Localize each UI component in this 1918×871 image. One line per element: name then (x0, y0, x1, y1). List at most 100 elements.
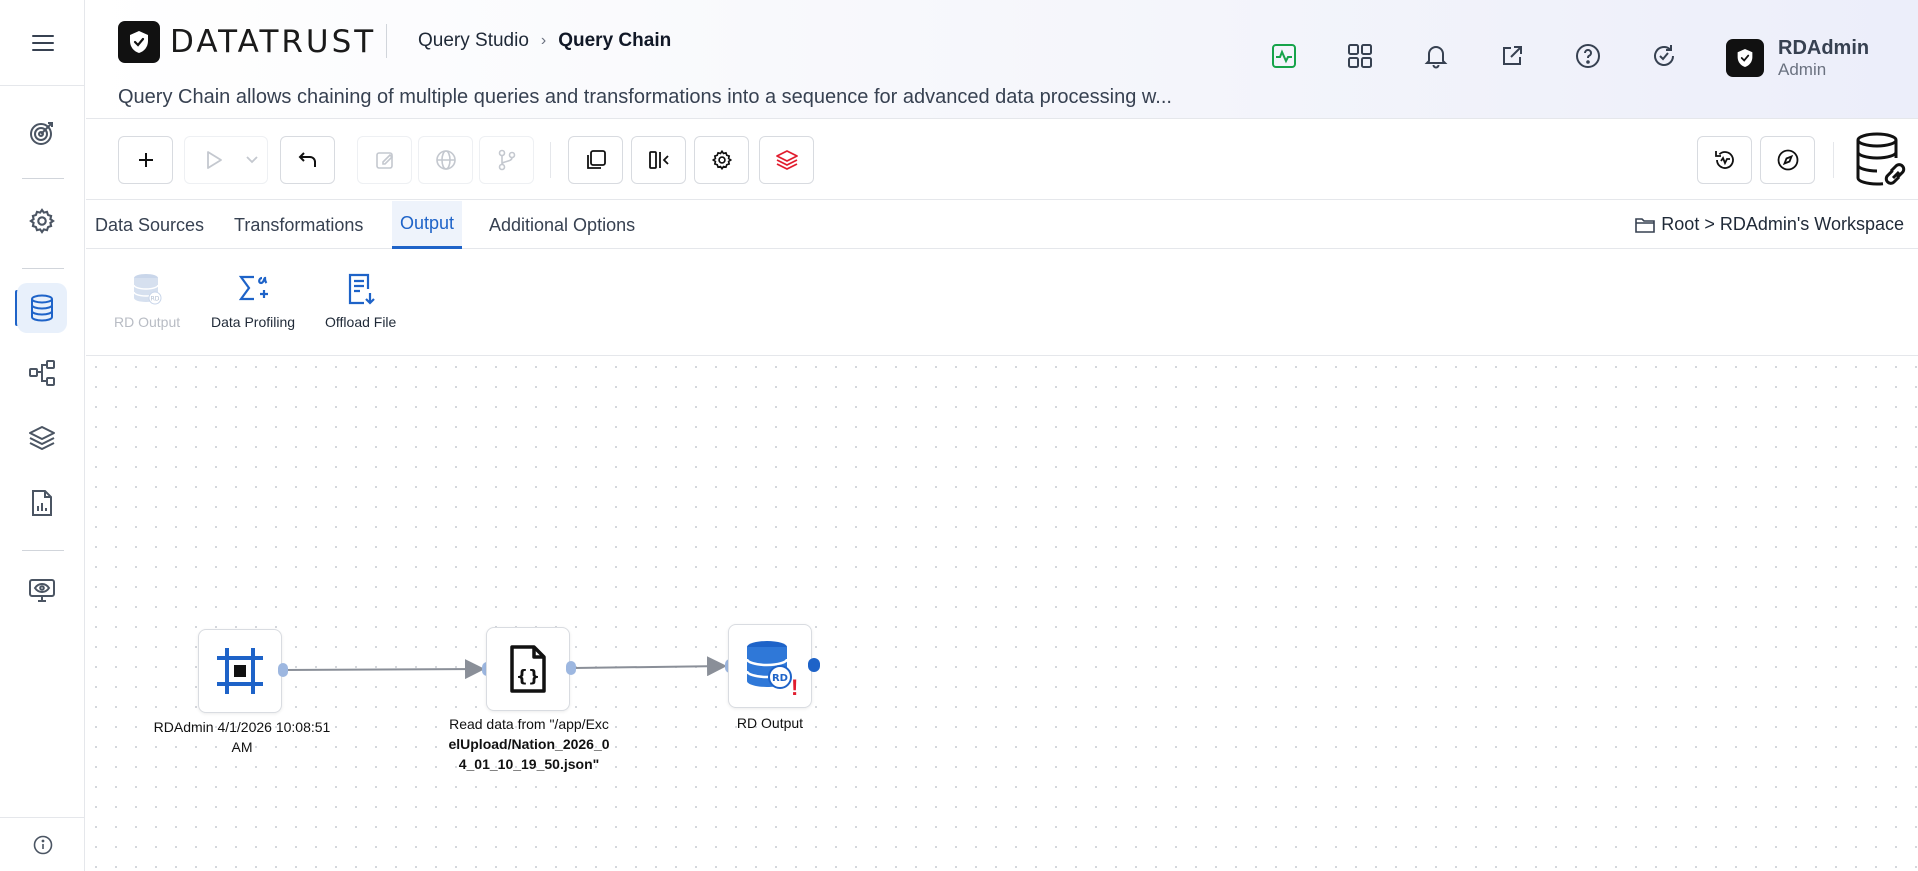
stack-button[interactable] (759, 136, 814, 184)
external-link-icon (1503, 46, 1522, 65)
add-button[interactable] (118, 136, 173, 184)
history-button[interactable] (1697, 136, 1752, 184)
page-title: Query Chain (558, 30, 672, 51)
tab-output[interactable]: Output (392, 201, 463, 249)
left-rail (0, 0, 85, 871)
navigate-button[interactable] (1760, 136, 1815, 184)
file-download-icon (348, 273, 375, 305)
sidebar-item-reports[interactable] (17, 478, 67, 528)
workspace-path-text: Root > RDAdmin's Workspace (1661, 214, 1904, 234)
settings-button[interactable] (694, 136, 749, 184)
copy-button[interactable] (568, 136, 623, 184)
tab-bar: Data Sources Transformations Output Addi… (86, 201, 1918, 249)
offload-file-tool[interactable]: Offload File (325, 272, 396, 330)
flow-node-reader-label: Read data from "/app/Exc elUpload/Nation… (436, 714, 622, 774)
flow-node-source[interactable] (198, 629, 282, 713)
sidebar-item-database[interactable] (17, 283, 67, 333)
activity-button[interactable] (1268, 40, 1300, 72)
undo-button[interactable] (280, 136, 335, 184)
monitor-eye-icon (29, 579, 55, 602)
source-output-port[interactable] (278, 663, 288, 677)
rd-output-tool[interactable]: RD RD Output (114, 272, 180, 330)
reader-label-line2: elUpload/Nation_2026_0 (448, 736, 610, 752)
branch-button[interactable] (479, 136, 534, 184)
play-icon (207, 151, 222, 169)
notifications-button[interactable] (1420, 40, 1452, 72)
report-chart-icon (32, 490, 52, 516)
split-view-button[interactable] (631, 136, 686, 184)
apps-button[interactable] (1344, 40, 1376, 72)
data-profiling-label: Data Profiling (211, 314, 296, 330)
help-circle-icon (1576, 44, 1600, 68)
frame-select-icon (217, 648, 263, 694)
sidebar-item-layers[interactable] (17, 413, 67, 463)
avatar (1726, 39, 1764, 77)
tab-data-sources[interactable]: Data Sources (87, 201, 212, 249)
info-button[interactable] (0, 817, 85, 871)
database-link-icon (1856, 132, 1906, 186)
user-menu[interactable]: RDAdmin Admin (1726, 36, 1869, 80)
tab-transformations[interactable]: Transformations (226, 201, 371, 249)
git-branch-icon (498, 149, 515, 171)
page-description: Query Chain allows chaining of multiple … (118, 86, 1172, 108)
sync-status-button[interactable] (1648, 40, 1680, 72)
stack-layers-icon (775, 150, 798, 170)
sidebar-item-settings[interactable] (17, 196, 67, 246)
globe-icon (435, 150, 456, 170)
header-actions (1268, 40, 1680, 72)
sidebar-item-targets[interactable] (17, 108, 67, 158)
bell-icon (1424, 46, 1448, 69)
sidebar-item-hierarchy[interactable] (17, 348, 67, 398)
app-header: DATATRUST Query Studio › Query Chain Que… (86, 0, 1918, 119)
workspace-path[interactable]: Root > RDAdmin's Workspace (1635, 214, 1904, 235)
edit-button[interactable] (357, 136, 412, 184)
svg-text:{}: {} (516, 667, 540, 687)
query-toolbar (86, 120, 1918, 200)
flow-node-rd-output[interactable]: RD ! (728, 624, 812, 708)
data-profiling-tool[interactable]: Data Profiling (211, 272, 295, 330)
hamburger-menu-button[interactable] (0, 0, 85, 86)
edge-source-to-reader (281, 659, 485, 680)
split-view-icon (648, 151, 669, 169)
hierarchy-icon (29, 360, 55, 386)
chevron-down-icon[interactable] (245, 155, 259, 165)
open-external-button[interactable] (1496, 40, 1528, 72)
sidebar-item-monitor[interactable] (17, 565, 67, 615)
json-file-icon: {} (510, 645, 546, 693)
connected-database-button[interactable] (1853, 130, 1913, 190)
globe-button[interactable] (418, 136, 473, 184)
settings-gear-icon (29, 208, 55, 234)
folder-icon (1635, 217, 1656, 233)
reader-label-line3: 4_01_10_19_50.json" (458, 756, 600, 772)
copy-icon (586, 150, 606, 169)
reader-label-line1: Read data from "/app/Exc (449, 716, 609, 732)
tab-additional-options[interactable]: Additional Options (481, 201, 643, 249)
run-button[interactable] (184, 136, 268, 184)
breadcrumb: Query Studio › Query Chain (418, 30, 671, 52)
settings-gear-icon (711, 149, 732, 171)
undo-icon (298, 152, 316, 167)
target-icon (30, 122, 53, 145)
user-name: RDAdmin (1778, 37, 1870, 59)
offload-file-label: Offload File (325, 314, 397, 330)
breadcrumb-parent[interactable]: Query Studio (418, 30, 529, 52)
rd-output-label: RD Output (114, 314, 181, 330)
svg-text:RD: RD (151, 296, 160, 303)
menu-icon (31, 34, 54, 51)
flow-node-json-reader[interactable]: {} (486, 627, 570, 711)
query-chain-canvas[interactable]: RDAdmin 4/1/2026 10:08:51 AM {} Read dat… (86, 357, 1918, 871)
history-check-icon (1714, 151, 1734, 169)
svg-text:RD: RD (772, 673, 788, 684)
flow-edges (281, 656, 727, 680)
layers-icon (29, 426, 55, 450)
help-button[interactable] (1572, 40, 1604, 72)
sigma-alpha-icon (238, 275, 269, 301)
output-output-port[interactable] (808, 658, 820, 672)
info-icon (33, 835, 52, 854)
brand-logo[interactable]: DATATRUST (118, 21, 376, 63)
database-icon (31, 294, 53, 322)
refresh-check-icon (1654, 45, 1674, 66)
chevron-right-icon: › (540, 32, 547, 49)
flow-node-output-label: RD Output (736, 715, 804, 731)
reader-output-port[interactable] (566, 661, 576, 675)
